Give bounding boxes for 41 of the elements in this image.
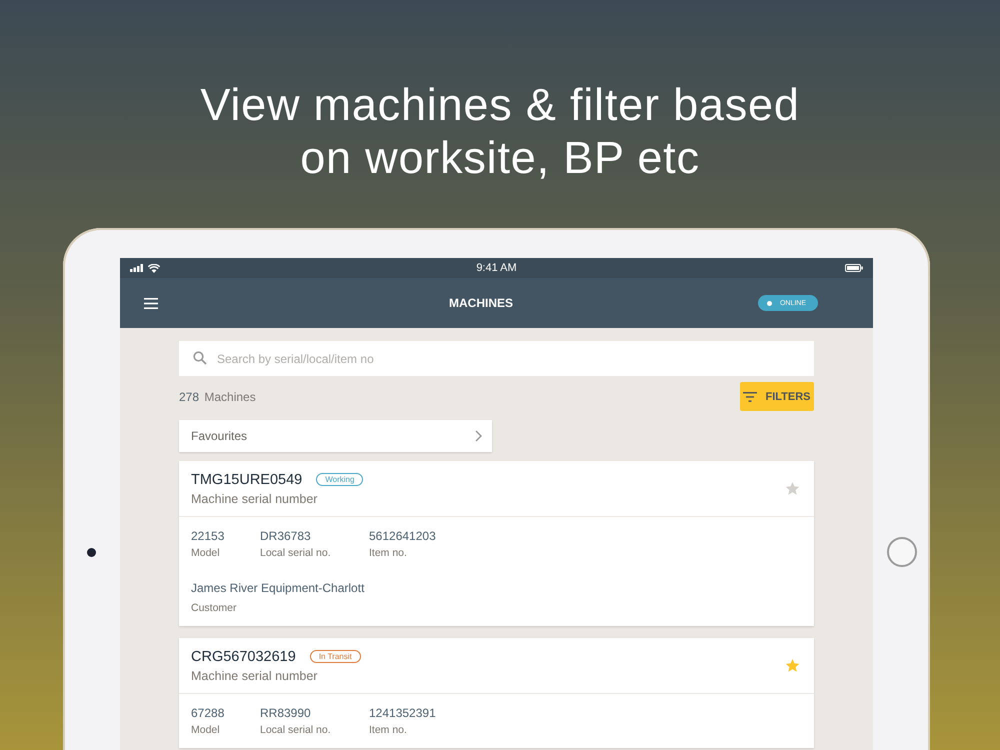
favourites-item[interactable]: Favourites	[179, 420, 492, 452]
chevron-icon	[475, 430, 482, 442]
favourite-star-button[interactable]	[785, 658, 800, 673]
field-value: James River Equipment-Charlott	[191, 581, 366, 595]
field-label: Local serial no.	[260, 547, 332, 559]
search-field[interactable]: Search by serial/local/item no	[179, 341, 814, 376]
home-button[interactable]	[886, 537, 916, 567]
menu-icon	[144, 298, 158, 308]
field-value: DR36783	[260, 529, 312, 543]
field-label: Item no.	[369, 724, 408, 736]
field-value: 5612641203	[369, 529, 436, 543]
field-value: RR83990	[260, 706, 312, 720]
machine-count: 278 Machines	[179, 390, 256, 404]
camera-dot	[87, 548, 96, 556]
field-value: 1241352391	[369, 706, 436, 720]
serial-number: CRG567032619	[191, 648, 296, 664]
status-dot	[766, 300, 772, 306]
field-label: Local serial no.	[260, 724, 332, 736]
filter-icon	[743, 392, 758, 402]
field-label: Machine serial number	[191, 492, 318, 506]
battery-icon	[844, 264, 863, 272]
filters-button[interactable]: FILTERS	[740, 382, 814, 411]
field-label: Model	[191, 547, 221, 559]
headline-text: on worksite, BP etc	[300, 131, 700, 184]
serial-number: TMG15URE0549	[191, 472, 302, 488]
status-tag: Working	[316, 473, 364, 486]
field-label: Model	[191, 724, 221, 736]
machine-card[interactable]: TMG15URE0549 Working Machine serial number 22153 Model DR36783 Local serial no. 5612641203 Item no. James River Equipment-Charlott Customer	[179, 461, 814, 626]
field-label: Machine serial number	[191, 668, 318, 682]
favourite-star-button[interactable]	[785, 481, 800, 496]
machine-card[interactable]: CRG567032619 In Transit Machine serial number 67288 Model RR83990 Local serial no. 1241352391 Item no.	[179, 638, 814, 748]
status-tag: In Transit	[310, 650, 361, 663]
headline-text: View machines & filter based	[200, 78, 800, 131]
signal-icon	[130, 264, 144, 272]
field-label: Item no.	[369, 547, 408, 559]
wifi-icon	[148, 264, 160, 272]
screen-title: MACHINES	[448, 296, 514, 310]
clock-time: 9:41 AM	[476, 262, 517, 274]
field-value: 22153	[191, 529, 226, 543]
field-label: Customer	[191, 602, 238, 614]
field-value: 67288	[191, 706, 226, 720]
